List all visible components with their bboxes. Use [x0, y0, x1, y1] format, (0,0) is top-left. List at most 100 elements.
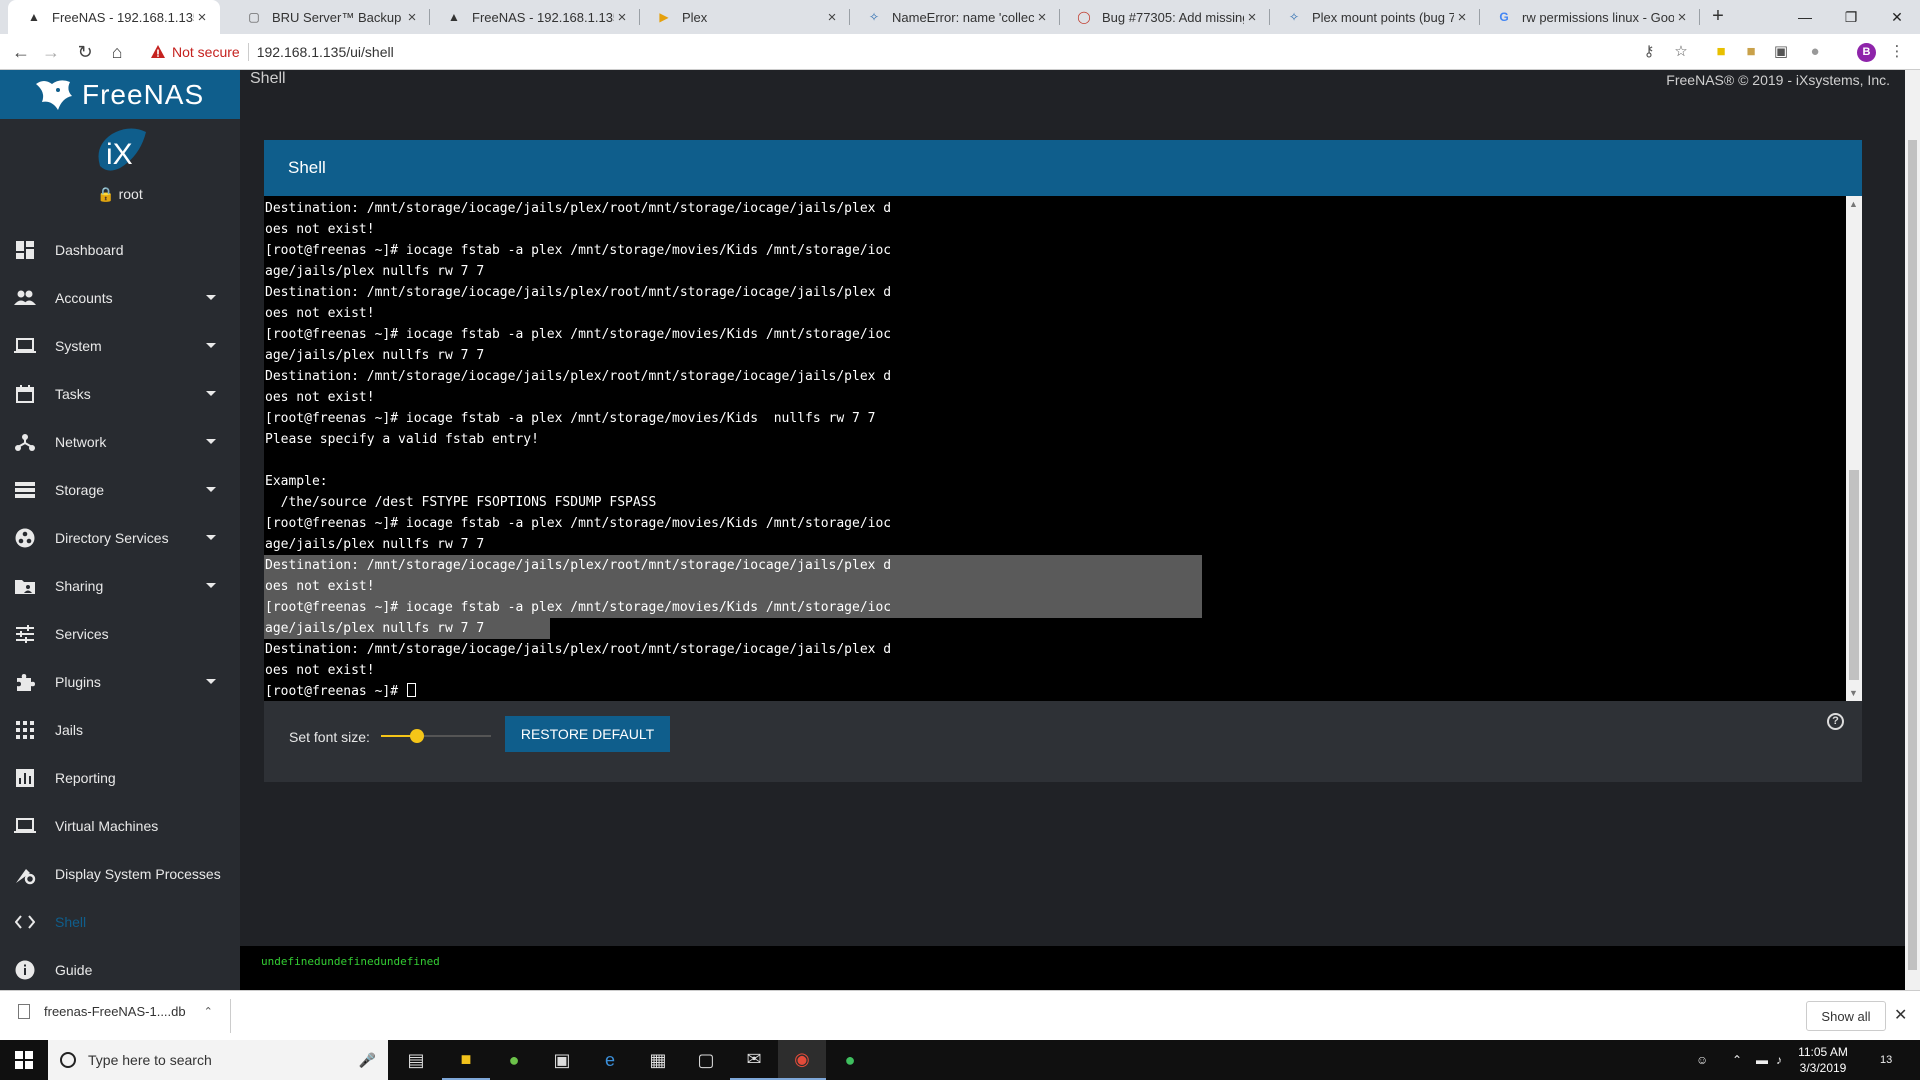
code-icon — [14, 911, 36, 933]
tab-close-icon[interactable]: × — [194, 9, 210, 26]
app-box-icon[interactable]: ▣ — [538, 1040, 586, 1080]
tab-close-icon[interactable]: × — [1244, 9, 1260, 26]
browser-tab[interactable]: ▲ FreeNAS - 192.168.1.135 × — [428, 0, 640, 34]
terminal-output[interactable]: Destination: /mnt/storage/iocage/jails/p… — [264, 198, 1202, 701]
caret-down-icon[interactable] — [206, 439, 216, 444]
directory-icon — [14, 527, 36, 549]
tab-close-icon[interactable]: × — [1674, 9, 1690, 26]
torrent-icon[interactable]: ● — [490, 1040, 538, 1080]
sidebar-item-services[interactable]: Services — [0, 610, 240, 658]
terminal-line-text: Destination: /mnt/storage/iocage/jails/p… — [265, 285, 892, 300]
sidebar-item-plugins[interactable]: Plugins — [0, 658, 240, 706]
file-explorer-icon[interactable]: ■ — [442, 1040, 490, 1080]
download-item[interactable]: freenas-FreeNAS-1....db ⌃ — [18, 1004, 213, 1019]
sidebar-item-virtual-machines[interactable]: Virtual Machines — [0, 802, 240, 850]
extension-box-icon[interactable]: ▣ — [1772, 43, 1790, 61]
sidebar-item-jails[interactable]: Jails — [0, 706, 240, 754]
caret-down-icon[interactable] — [206, 487, 216, 492]
tune-icon — [14, 623, 36, 645]
close-icon[interactable]: ✕ — [1894, 1005, 1907, 1025]
notification-center-icon[interactable]: 13 — [1880, 1040, 1892, 1080]
terminal[interactable]: Destination: /mnt/storage/iocage/jails/p… — [264, 196, 1862, 701]
browser-tab[interactable]: ✧ NameError: name 'collectio × — [848, 0, 1060, 34]
taskbar-search[interactable]: Type here to search 🎤 — [48, 1040, 388, 1080]
browser-tab[interactable]: ◯ Bug #77305: Add missing in× — [1058, 0, 1270, 34]
scroll-up-icon[interactable]: ▲ — [1849, 199, 1858, 209]
browser-tab[interactable]: Grw permissions linux - Goo × — [1478, 0, 1700, 34]
home-icon[interactable]: ⌂ — [106, 41, 128, 63]
star-icon[interactable]: ☆ — [1672, 43, 1690, 61]
sidebar-item-directory-services[interactable]: Directory Services — [0, 514, 240, 562]
extension-circle-icon[interactable]: ● — [1806, 43, 1824, 61]
scroll-down-icon[interactable]: ▼ — [1849, 688, 1858, 698]
reload-icon[interactable]: ↻ — [74, 41, 96, 63]
sidebar-item-accounts[interactable]: Accounts — [0, 274, 240, 322]
url-text[interactable]: 192.168.1.135/ui/shell — [257, 44, 394, 60]
sidebar-item-tasks[interactable]: Tasks — [0, 370, 240, 418]
caret-down-icon[interactable] — [206, 535, 216, 540]
font-size-slider[interactable] — [381, 728, 491, 744]
restore-default-button[interactable]: RESTORE DEFAULT — [505, 716, 670, 752]
network-tray-icon[interactable]: ▬ — [1756, 1040, 1768, 1080]
chevron-up-tray-icon[interactable]: ⌃ — [1732, 1040, 1742, 1080]
profile-avatar[interactable]: B — [1857, 43, 1876, 62]
dashboard-icon — [14, 239, 36, 261]
volume-tray-icon[interactable]: ♪ — [1776, 1040, 1782, 1080]
task-view-icon[interactable]: ▤ — [392, 1040, 440, 1080]
close-window-button[interactable]: ✕ — [1874, 0, 1920, 34]
slider-knob[interactable] — [410, 729, 425, 743]
microphone-icon[interactable]: 🎤 — [359, 1052, 376, 1069]
extension-folder-icon[interactable]: ■ — [1742, 43, 1760, 61]
show-all-button[interactable]: Show all — [1806, 1001, 1886, 1031]
tab-close-icon[interactable]: × — [824, 9, 840, 26]
sidebar-item-storage[interactable]: Storage — [0, 466, 240, 514]
sidebar-item-guide[interactable]: Guide — [0, 946, 240, 990]
document-icon[interactable]: ▢ — [682, 1040, 730, 1080]
tab-close-icon[interactable]: × — [404, 9, 420, 26]
start-button[interactable] — [0, 1040, 48, 1080]
android-app-icon[interactable]: ● — [826, 1040, 874, 1080]
caret-down-icon[interactable] — [206, 391, 216, 396]
maximize-button[interactable]: ❐ — [1828, 0, 1874, 34]
edge-icon[interactable]: e — [586, 1040, 634, 1080]
browser-tab[interactable]: ✧ Plex mount points (bug 773× — [1268, 0, 1480, 34]
chevron-up-icon[interactable]: ⌃ — [204, 1005, 213, 1018]
caret-down-icon[interactable] — [206, 295, 216, 300]
terminal-line: age/jails/plex nullfs rw 7 7 — [264, 534, 1202, 555]
terminal-scroll-thumb[interactable] — [1849, 470, 1859, 680]
minimize-button[interactable]: — — [1782, 0, 1828, 34]
caret-down-icon[interactable] — [206, 679, 216, 684]
browser-tab[interactable]: ▢ BRU Server™ Backup and Re× — [228, 0, 430, 34]
sidebar-item-sharing[interactable]: Sharing — [0, 562, 240, 610]
caret-down-icon[interactable] — [206, 343, 216, 348]
clock[interactable]: 11:05 AM 3/3/2019 — [1788, 1044, 1858, 1076]
page-scrollbar[interactable] — [1905, 70, 1920, 990]
brand-bar[interactable]: FreeNAS — [0, 70, 240, 119]
sidebar-item-display-system-processes[interactable]: Display System Processes — [0, 850, 240, 898]
browser-tab[interactable]: ▲ FreeNAS - 192.168.1.135 × — [8, 0, 220, 34]
mail-icon[interactable]: ✉ — [730, 1040, 778, 1080]
extension-note-icon[interactable]: ■ — [1712, 43, 1730, 61]
tab-close-icon[interactable]: × — [614, 9, 630, 26]
menu-dots-icon[interactable]: ⋮ — [1888, 43, 1906, 61]
sidebar-item-reporting[interactable]: Reporting — [0, 754, 240, 802]
chrome-icon[interactable]: ◉ — [778, 1040, 826, 1080]
sidebar-item-dashboard[interactable]: Dashboard — [0, 226, 240, 274]
new-tab-button[interactable]: + — [1707, 6, 1729, 28]
page-scroll-thumb[interactable] — [1908, 140, 1917, 970]
key-icon[interactable]: ⚷ — [1640, 43, 1658, 61]
sidebar-item-system[interactable]: System — [0, 322, 240, 370]
terminal-scrollbar[interactable]: ▲ ▼ — [1846, 196, 1862, 701]
sidebar-item-network[interactable]: Network — [0, 418, 240, 466]
back-icon[interactable]: ← — [10, 41, 32, 63]
calculator-icon[interactable]: ▦ — [634, 1040, 682, 1080]
sidebar-item-shell[interactable]: Shell — [0, 898, 240, 946]
tab-close-icon[interactable]: × — [1454, 9, 1470, 26]
browser-tab[interactable]: ▶ Plex × — [638, 0, 850, 34]
caret-down-icon[interactable] — [206, 583, 216, 588]
help-icon[interactable]: ? — [1827, 713, 1844, 730]
people-tray-icon[interactable]: ☺ — [1696, 1040, 1708, 1080]
forward-icon[interactable]: → — [40, 41, 62, 63]
address-bar[interactable]: Not secure 192.168.1.135/ui/shell — [142, 39, 1690, 65]
tab-close-icon[interactable]: × — [1034, 9, 1050, 26]
